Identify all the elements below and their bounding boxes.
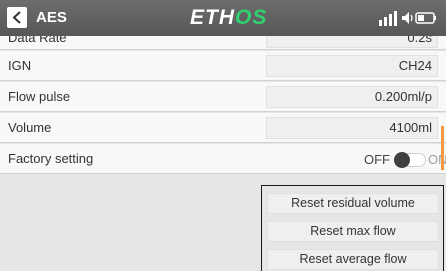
battery-icon xyxy=(415,12,436,24)
page-title: AES xyxy=(36,9,67,26)
back-arrow-icon xyxy=(12,11,21,24)
ign-label: IGN xyxy=(8,58,32,73)
row-ign[interactable]: IGN CH24 xyxy=(0,51,446,81)
factory-setting-label: Factory setting xyxy=(8,151,94,166)
data-rate-label: Data Rate xyxy=(8,36,67,45)
flow-pulse-value[interactable]: 0.200ml/p xyxy=(266,86,438,108)
ethos-logo: ETHOS xyxy=(190,6,268,29)
scrollbar-indicator[interactable] xyxy=(441,126,444,170)
row-volume[interactable]: Volume 4100ml xyxy=(0,113,446,143)
top-bar: AES ETHOS xyxy=(0,0,446,36)
flow-pulse-label: Flow pulse xyxy=(8,89,71,104)
toggle-off-label: OFF xyxy=(364,152,390,167)
data-rate-value[interactable]: 0.2s xyxy=(266,36,438,48)
reset-residual-volume-button[interactable]: Reset residual volume xyxy=(267,193,439,214)
reset-max-flow-button[interactable]: Reset max flow xyxy=(267,221,439,242)
status-icons xyxy=(379,11,436,26)
ign-value[interactable]: CH24 xyxy=(266,55,438,77)
volume-label: Volume xyxy=(8,120,52,135)
volume-value[interactable]: 4100ml xyxy=(266,117,438,139)
back-button[interactable] xyxy=(7,7,27,28)
signal-bars-icon xyxy=(379,11,397,26)
toggle-knob xyxy=(394,152,410,168)
volume-icon xyxy=(402,12,413,24)
reset-average-flow-button[interactable]: Reset average flow xyxy=(267,249,439,270)
row-data-rate[interactable]: Data Rate 0.2s xyxy=(0,36,446,50)
row-flow-pulse[interactable]: Flow pulse 0.200ml/p xyxy=(0,82,446,112)
row-factory-setting[interactable]: Factory setting OFF ON xyxy=(0,144,446,174)
reset-buttons-panel: Reset residual volume Reset max flow Res… xyxy=(261,185,444,271)
